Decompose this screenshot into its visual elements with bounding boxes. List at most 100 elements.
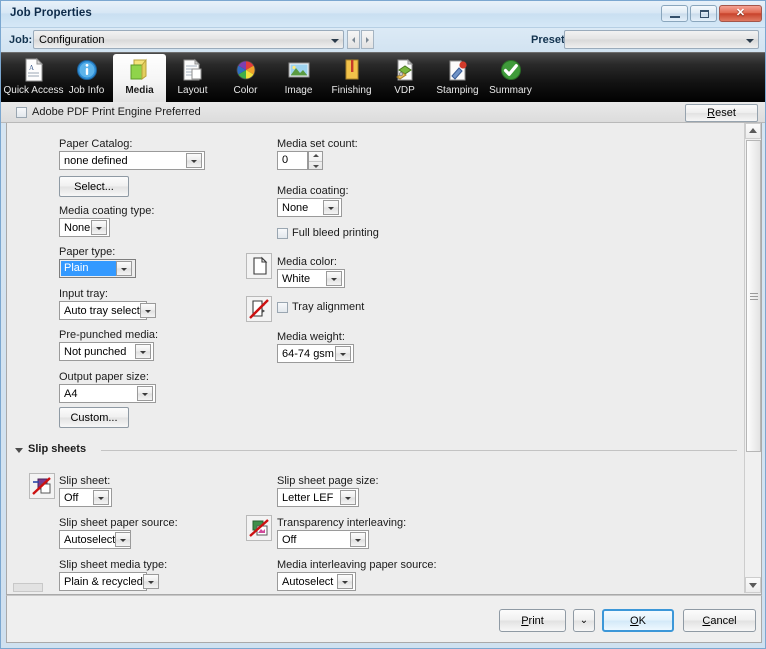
chevron-down-icon[interactable] xyxy=(326,271,342,286)
chevron-down-icon[interactable] xyxy=(142,574,159,589)
tab-label: Summary xyxy=(489,85,532,96)
media-interleaving-paper-source-select[interactable]: Autoselect xyxy=(277,572,356,591)
slip-sheet-page-size-select[interactable]: Letter LEF xyxy=(277,488,359,507)
tab-job-info[interactable]: Job Info xyxy=(60,54,113,102)
tab-media[interactable]: Media xyxy=(113,54,166,102)
chevron-down-icon[interactable] xyxy=(115,532,132,547)
stepper-down-icon[interactable] xyxy=(309,160,322,171)
scroll-down-button[interactable] xyxy=(745,577,761,593)
minimize-button[interactable] xyxy=(661,5,688,22)
layout-icon xyxy=(180,57,206,83)
input-tray-select[interactable]: Auto tray select xyxy=(59,301,156,320)
output-paper-size-select[interactable]: A4 xyxy=(59,384,156,403)
tab-image[interactable]: Image xyxy=(272,54,325,102)
cancel-button-label: ancel xyxy=(710,614,737,627)
vdp-icon xyxy=(392,57,418,83)
chevron-down-icon[interactable] xyxy=(139,303,156,318)
tray-alignment-row[interactable]: Tray alignment xyxy=(277,301,364,313)
slip-sheet-page-size-label: Slip sheet page size: xyxy=(277,475,379,487)
media-weight-select[interactable]: 64-74 gsm xyxy=(277,344,354,363)
horizontal-scrollbar-stub[interactable] xyxy=(13,583,43,592)
reset-button-mnemonic: R xyxy=(707,107,716,119)
full-bleed-printing-row[interactable]: Full bleed printing xyxy=(277,227,379,239)
print-button[interactable]: Print xyxy=(499,609,566,632)
chevron-down-icon[interactable] xyxy=(137,386,153,401)
scrollbar-thumb[interactable] xyxy=(746,140,761,452)
window-controls: ✕ xyxy=(661,5,762,22)
tab-quick-access[interactable]: A Quick Access xyxy=(3,54,64,102)
chevron-down-icon[interactable] xyxy=(340,490,356,505)
transparency-interleaving-value: Off xyxy=(282,533,297,546)
media-set-count-input[interactable]: 0 xyxy=(277,151,308,170)
tab-stamping[interactable]: Stamping xyxy=(431,54,484,102)
chevron-down-icon[interactable] xyxy=(337,574,353,589)
job-select[interactable]: Configuration xyxy=(33,30,344,49)
chevron-down-icon[interactable] xyxy=(335,346,351,361)
pane-vertical-scrollbar[interactable] xyxy=(744,123,761,593)
tray-alignment-checkbox[interactable] xyxy=(277,301,288,313)
chevron-down-icon[interactable] xyxy=(91,220,107,235)
job-prev-button[interactable] xyxy=(347,30,360,49)
print-options-button[interactable]: ⌄ xyxy=(573,609,595,632)
media-coating-select[interactable]: None xyxy=(277,198,342,217)
slip-sheet-paper-source-select[interactable]: Autoselect xyxy=(59,530,132,549)
media-coating-label: Media coating: xyxy=(277,185,349,197)
slip-sheets-section-header[interactable]: Slip sheets xyxy=(15,443,737,457)
stepper-up-icon[interactable] xyxy=(309,152,322,161)
tray-alignment-icon xyxy=(246,296,272,322)
summary-check-icon xyxy=(498,57,524,83)
media-interleaving-paper-source-label: Media interleaving paper source: xyxy=(277,559,437,571)
tab-vdp[interactable]: VDP xyxy=(378,54,431,102)
slip-sheet-media-type-select[interactable]: Plain & recycled xyxy=(59,572,159,591)
full-bleed-printing-checkbox[interactable] xyxy=(277,227,288,239)
close-icon: ✕ xyxy=(735,7,746,19)
input-tray-label: Input tray: xyxy=(59,288,108,300)
cancel-button[interactable]: Cancel xyxy=(683,609,756,632)
tab-summary[interactable]: Summary xyxy=(484,54,537,102)
slip-sheets-section-title: Slip sheets xyxy=(28,443,87,455)
media-color-select[interactable]: White xyxy=(277,269,345,288)
close-button[interactable]: ✕ xyxy=(719,5,762,22)
media-coating-type-select[interactable]: None xyxy=(59,218,110,237)
reset-button[interactable]: Reset xyxy=(685,104,758,122)
chevron-down-icon xyxy=(746,38,754,43)
transparency-interleaving-icon xyxy=(246,515,272,541)
slip-sheet-select[interactable]: Off xyxy=(59,488,112,507)
maximize-button[interactable] xyxy=(690,5,717,22)
chevron-down-icon[interactable] xyxy=(116,261,132,276)
job-next-button[interactable] xyxy=(361,30,374,49)
caret-down-icon xyxy=(749,583,757,588)
media-icon xyxy=(127,57,153,83)
scroll-up-button[interactable] xyxy=(745,123,761,139)
paper-catalog-select[interactable]: none defined xyxy=(59,151,205,170)
chevron-down-icon[interactable] xyxy=(323,200,339,215)
adobe-pdf-engine-checkbox[interactable] xyxy=(16,107,27,118)
pre-punched-media-select[interactable]: Not punched xyxy=(59,342,154,361)
custom-paper-size-button[interactable]: Custom... xyxy=(59,407,129,428)
chevron-down-icon[interactable] xyxy=(15,448,23,453)
tab-color[interactable]: Color xyxy=(219,54,272,102)
select-paper-catalog-button[interactable]: Select... xyxy=(59,176,129,197)
tab-label: Quick Access xyxy=(3,85,64,96)
tab-layout[interactable]: Layout xyxy=(166,54,219,102)
chevron-down-icon[interactable] xyxy=(350,532,366,547)
section-divider xyxy=(101,450,737,451)
media-weight-value: 64-74 gsm xyxy=(282,347,334,360)
chevron-down-icon[interactable] xyxy=(186,153,202,168)
media-set-count-stepper[interactable] xyxy=(308,151,323,170)
paper-catalog-label: Paper Catalog: xyxy=(59,138,133,150)
media-settings-pane: Paper Catalog: none defined Select... Me… xyxy=(6,123,762,595)
media-weight-label: Media weight: xyxy=(277,331,345,343)
presets-select[interactable] xyxy=(564,30,759,49)
job-info-icon xyxy=(74,57,100,83)
media-coating-type-value: None xyxy=(64,221,91,234)
job-nav-buttons xyxy=(347,30,374,49)
transparency-interleaving-select[interactable]: Off xyxy=(277,530,369,549)
paper-type-select[interactable]: Plain xyxy=(59,259,136,278)
minimize-icon xyxy=(670,16,680,18)
chevron-down-icon[interactable] xyxy=(135,344,151,359)
tab-finishing[interactable]: Finishing xyxy=(325,54,378,102)
ok-button[interactable]: OK xyxy=(602,609,674,632)
chevron-down-icon[interactable] xyxy=(93,490,109,505)
print-button-mnemonic: P xyxy=(521,614,529,627)
